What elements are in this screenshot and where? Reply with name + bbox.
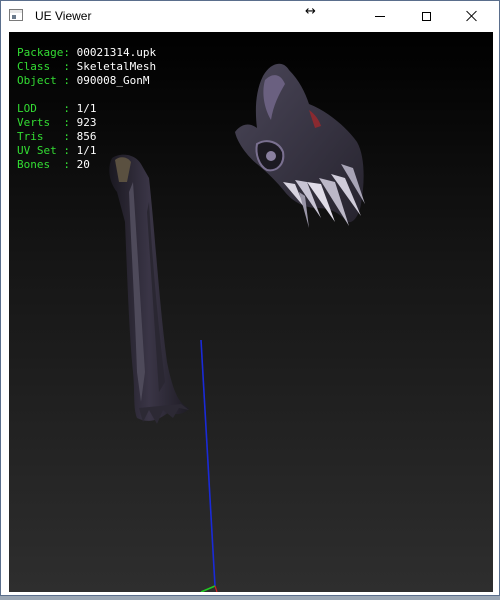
desktop: utttttttotttttototttotottotot UE Viewer … [0, 0, 500, 600]
close-button[interactable] [449, 1, 495, 31]
shoulder-wing-mesh [235, 63, 365, 228]
title-bar[interactable]: UE Viewer ↔ [1, 1, 499, 31]
maximize-button[interactable] [403, 1, 449, 31]
skeletal-mesh-render [109, 63, 365, 592]
window-title: UE Viewer [35, 9, 92, 23]
resize-horizontal-icon: ↔ [305, 4, 316, 19]
close-icon [466, 10, 478, 22]
minimize-icon [375, 15, 385, 17]
cloak-mesh [109, 154, 189, 424]
3d-viewport[interactable]: Package: 00021314.upk Class : SkeletalMe… [9, 32, 493, 592]
maximize-icon [421, 11, 431, 21]
minimize-button[interactable] [357, 1, 403, 31]
app-window-icon [9, 9, 23, 21]
axis-gizmo [200, 339, 218, 592]
ue-viewer-window: UE Viewer ↔ Package: 00021314.upk Class … [0, 0, 500, 596]
